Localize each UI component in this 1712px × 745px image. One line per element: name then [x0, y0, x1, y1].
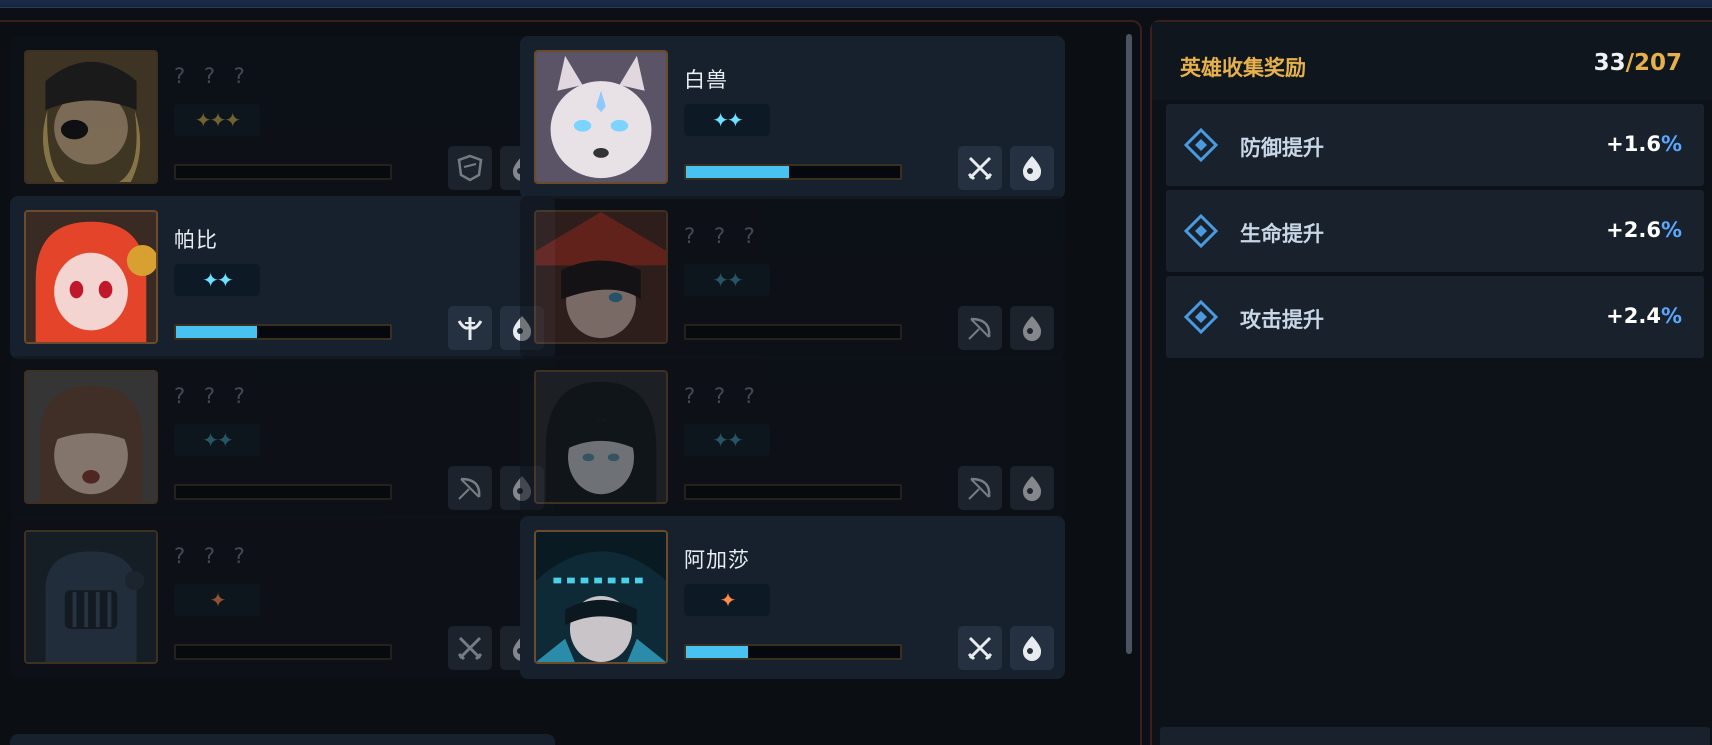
collection-progress-bar	[684, 484, 902, 500]
star-rating: ✦✦✦	[174, 104, 260, 136]
collection-progress-bar	[684, 324, 902, 340]
hero-portrait	[24, 370, 158, 504]
collected-count: 33	[1593, 50, 1626, 76]
hero-card[interactable]: ? ? ? ✦✦	[10, 356, 555, 519]
diamond-icon	[1184, 128, 1218, 162]
star-rating: ✦	[684, 584, 770, 616]
hero-name: ? ? ?	[174, 384, 251, 408]
bow-icon[interactable]	[448, 466, 492, 510]
bonus-value: +2.6%	[1606, 218, 1682, 242]
star-rating: ✦✦	[684, 104, 770, 136]
bonus-row-attack: 攻击提升 +2.4%	[1166, 276, 1704, 358]
progress-fill	[686, 646, 749, 658]
crossed-swords-icon[interactable]	[448, 626, 492, 670]
hero-name: ? ? ?	[174, 544, 251, 568]
hero-name: ? ? ?	[174, 64, 251, 88]
bow-icon[interactable]	[958, 306, 1002, 350]
bonus-row-health: 生命提升 +2.6%	[1166, 190, 1704, 272]
diamond-icon	[1184, 214, 1218, 248]
total-count: 207	[1633, 50, 1682, 76]
support-staff-icon[interactable]	[448, 306, 492, 350]
water-drop-icon[interactable]	[1010, 466, 1054, 510]
collection-progress-bar	[174, 484, 392, 500]
shield-icon[interactable]	[448, 146, 492, 190]
hero-collection-panel: ? ? ? ✦✦✦ 白兽 ✦✦ 帕比 ✦✦ ? ? ? ✦✦ ? ? ? ✦✦ …	[0, 20, 1142, 745]
bonus-number: +2.4	[1606, 304, 1661, 328]
collection-progress-bar	[684, 644, 902, 660]
bonus-label: 攻击提升	[1240, 308, 1324, 332]
hero-card-partial[interactable]	[10, 734, 555, 745]
collection-count: 33/207	[1594, 50, 1682, 76]
crossed-swords-icon[interactable]	[958, 146, 1002, 190]
bonus-row-defense: 防御提升 +1.6%	[1166, 104, 1704, 186]
collection-progress-bar	[174, 324, 392, 340]
bonus-unit: %	[1660, 218, 1682, 242]
hero-name: 阿加莎	[684, 548, 750, 572]
scrollbar[interactable]	[1126, 34, 1132, 654]
hero-portrait	[534, 50, 668, 184]
hero-name: ? ? ?	[684, 224, 761, 248]
count-separator: /	[1625, 50, 1634, 76]
star-rating: ✦✦	[684, 264, 770, 296]
reward-header: 英雄收集奖励 33/207	[1152, 22, 1712, 100]
hero-portrait	[534, 370, 668, 504]
diamond-icon	[1184, 300, 1218, 334]
bow-icon[interactable]	[958, 466, 1002, 510]
collection-progress-bar	[174, 164, 392, 180]
hero-portrait	[24, 530, 158, 664]
crossed-swords-icon[interactable]	[958, 626, 1002, 670]
collection-reward-panel: 英雄收集奖励 33/207 防御提升 +1.6% 生命提升 +2.6% 攻击提升…	[1150, 20, 1712, 745]
hero-card[interactable]: ? ? ? ✦	[10, 516, 555, 679]
hero-portrait	[534, 210, 668, 344]
hero-card[interactable]: ? ? ? ✦✦	[520, 196, 1065, 359]
hero-card[interactable]: 帕比 ✦✦	[10, 196, 555, 359]
water-drop-icon[interactable]	[1010, 626, 1054, 670]
star-rating: ✦✦	[684, 424, 770, 456]
collection-progress-bar	[174, 644, 392, 660]
hero-card[interactable]: 白兽 ✦✦	[520, 36, 1065, 199]
hero-portrait	[24, 210, 158, 344]
progress-fill	[686, 166, 789, 178]
water-drop-icon[interactable]	[1010, 306, 1054, 350]
bonus-label: 生命提升	[1240, 222, 1324, 246]
star-rating: ✦✦	[174, 424, 260, 456]
hero-portrait	[534, 530, 668, 664]
hero-card[interactable]: 阿加莎 ✦	[520, 516, 1065, 679]
hero-portrait	[24, 50, 158, 184]
bonus-value: +1.6%	[1606, 132, 1682, 156]
reward-title: 英雄收集奖励	[1180, 56, 1306, 80]
hero-name: 白兽	[684, 68, 728, 92]
collection-progress-bar	[684, 164, 902, 180]
bonus-unit: %	[1660, 304, 1682, 328]
star-rating: ✦	[174, 584, 260, 616]
bonus-unit: %	[1660, 132, 1682, 156]
hero-name: 帕比	[174, 228, 218, 252]
progress-fill	[176, 326, 258, 338]
bonus-label: 防御提升	[1240, 136, 1324, 160]
top-bar	[0, 0, 1712, 8]
bonus-value: +2.4%	[1606, 304, 1682, 328]
reward-footer	[1160, 727, 1710, 745]
water-drop-icon[interactable]	[1010, 146, 1054, 190]
hero-card[interactable]: ? ? ? ✦✦	[520, 356, 1065, 519]
hero-name: ? ? ?	[684, 384, 761, 408]
star-rating: ✦✦	[174, 264, 260, 296]
bonus-number: +2.6	[1606, 218, 1661, 242]
hero-card[interactable]: ? ? ? ✦✦✦	[10, 36, 555, 199]
bonus-number: +1.6	[1606, 132, 1661, 156]
